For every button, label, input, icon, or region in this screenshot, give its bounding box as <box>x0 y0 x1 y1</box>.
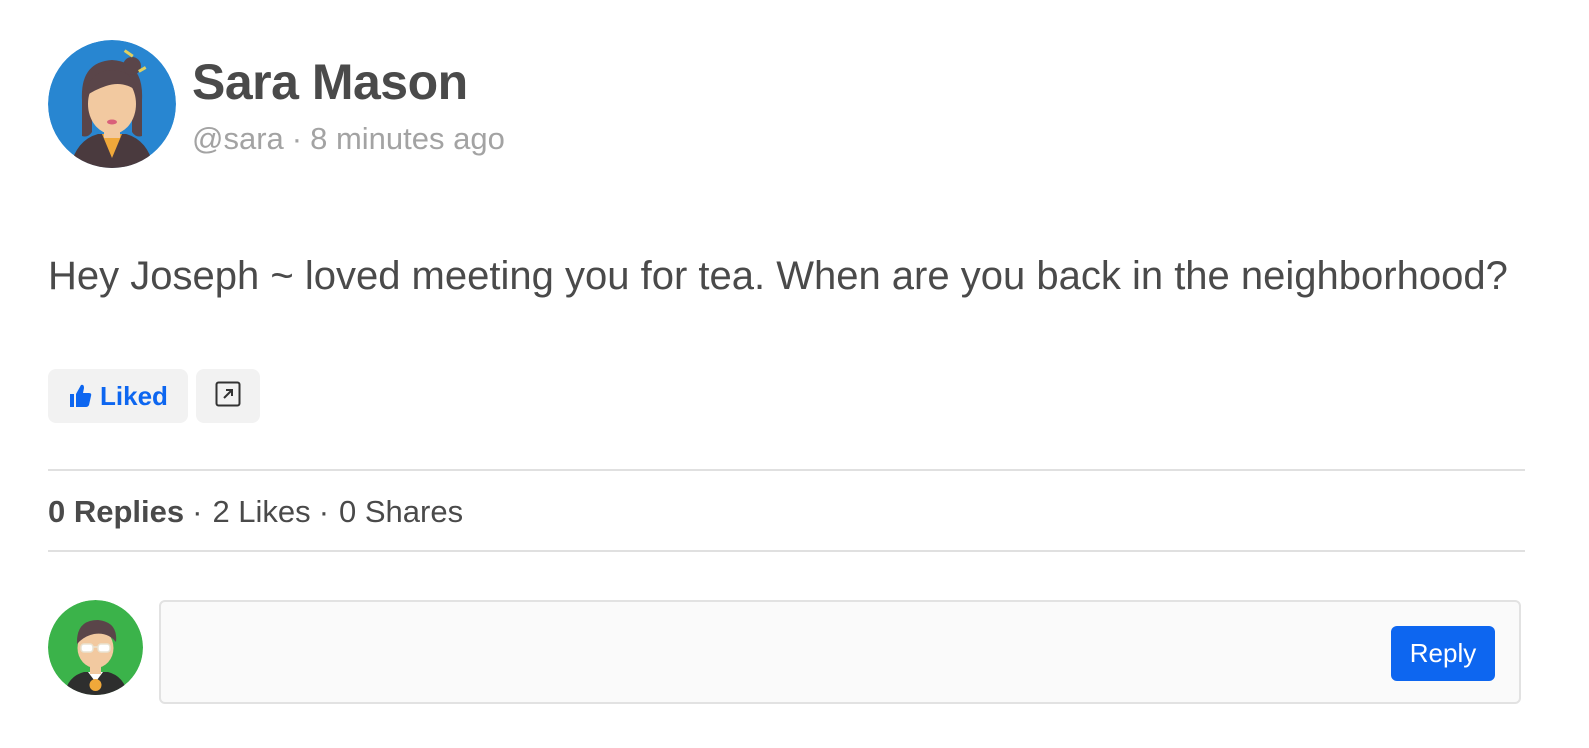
reply-button[interactable]: Reply <box>1391 626 1495 681</box>
man-avatar-icon <box>48 600 143 695</box>
post-meta: @sara · 8 minutes ago <box>192 120 505 158</box>
divider <box>48 469 1525 471</box>
thumbs-up-icon <box>68 383 92 409</box>
author-handle[interactable]: @sara <box>192 121 284 156</box>
woman-avatar-icon <box>48 40 176 168</box>
share-button[interactable] <box>195 369 260 423</box>
reply-composer: Reply <box>48 600 1521 704</box>
reply-input[interactable] <box>175 616 1379 688</box>
author-block: Sara Mason @sara · 8 minutes ago <box>192 40 505 158</box>
reply-box: Reply <box>159 600 1521 704</box>
meta-separator: · <box>291 121 303 156</box>
author-name[interactable]: Sara Mason <box>192 54 505 110</box>
post-stats: 0 Replies · 2 Likes · 0 Shares <box>48 492 463 532</box>
author-avatar[interactable] <box>48 40 176 168</box>
external-link-icon <box>215 381 241 412</box>
post-body: Hey Joseph ~ loved meeting you for tea. … <box>48 254 1508 298</box>
divider <box>48 550 1525 552</box>
like-button[interactable]: Liked <box>48 369 188 423</box>
like-button-label: Liked <box>100 380 168 411</box>
post-actions: Liked <box>48 369 260 423</box>
shares-count[interactable]: 0 Shares <box>339 494 463 529</box>
likes-count[interactable]: 2 Likes <box>212 494 310 529</box>
replies-count[interactable]: 0 Replies <box>48 494 184 529</box>
post-card: Sara Mason @sara · 8 minutes ago Hey Josep… <box>48 40 1544 704</box>
post-timestamp[interactable]: 8 minutes ago <box>310 121 505 156</box>
stats-separator: · <box>192 494 203 529</box>
stats-separator: · <box>318 494 330 529</box>
post-header: Sara Mason @sara · 8 minutes ago <box>48 40 1544 170</box>
user-avatar[interactable] <box>48 600 143 695</box>
